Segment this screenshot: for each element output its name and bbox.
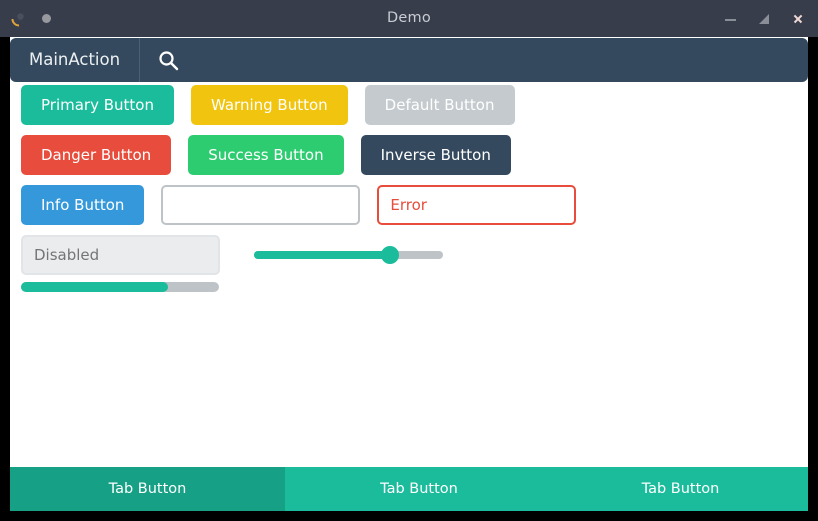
- button-row-1: Primary Button Warning Button Default Bu…: [21, 85, 515, 125]
- title-bar[interactable]: Demo: [0, 0, 818, 37]
- info-button[interactable]: Info Button: [21, 185, 145, 225]
- search-button[interactable]: [140, 38, 196, 82]
- search-icon: [158, 50, 179, 71]
- main-action-button[interactable]: MainAction: [10, 38, 139, 82]
- toolbar: MainAction: [10, 38, 808, 82]
- slider-fill: [254, 251, 391, 259]
- progress-fill: [21, 282, 168, 292]
- text-input[interactable]: [161, 185, 361, 225]
- tab-bar: Tab Button Tab Button Tab Button: [10, 467, 808, 511]
- tab-button-2[interactable]: Tab Button: [285, 467, 553, 511]
- application-window: Demo MainAction Primary Button Warning B…: [0, 0, 818, 521]
- app-logo-icon: [10, 10, 28, 28]
- error-text-input[interactable]: [377, 185, 577, 225]
- disabled-text-input: [21, 235, 220, 275]
- default-button[interactable]: Default Button: [364, 85, 515, 125]
- primary-button[interactable]: Primary Button: [21, 85, 174, 125]
- success-button[interactable]: Success Button: [188, 135, 344, 175]
- control-row-5: [21, 282, 219, 292]
- title-bar-left-group: [0, 10, 120, 28]
- status-dot-icon: [42, 14, 51, 23]
- minimize-icon[interactable]: [723, 11, 739, 27]
- danger-button[interactable]: Danger Button: [21, 135, 172, 175]
- close-icon[interactable]: [789, 11, 805, 27]
- maximize-icon[interactable]: [756, 11, 772, 27]
- warning-button[interactable]: Warning Button: [190, 85, 348, 125]
- client-area: MainAction Primary Button Warning Button…: [10, 37, 808, 511]
- tab-button-3[interactable]: Tab Button: [553, 467, 808, 511]
- tab-button-1[interactable]: Tab Button: [10, 467, 285, 511]
- button-row-2: Danger Button Success Button Inverse But…: [21, 135, 511, 175]
- window-title: Demo: [387, 10, 431, 26]
- window-controls: [698, 11, 818, 27]
- inverse-button[interactable]: Inverse Button: [360, 135, 511, 175]
- progress-bar: [21, 282, 219, 292]
- slider[interactable]: [254, 242, 443, 268]
- slider-handle[interactable]: [381, 246, 400, 264]
- control-row-4: [21, 235, 443, 275]
- button-row-3: Info Button: [21, 185, 577, 225]
